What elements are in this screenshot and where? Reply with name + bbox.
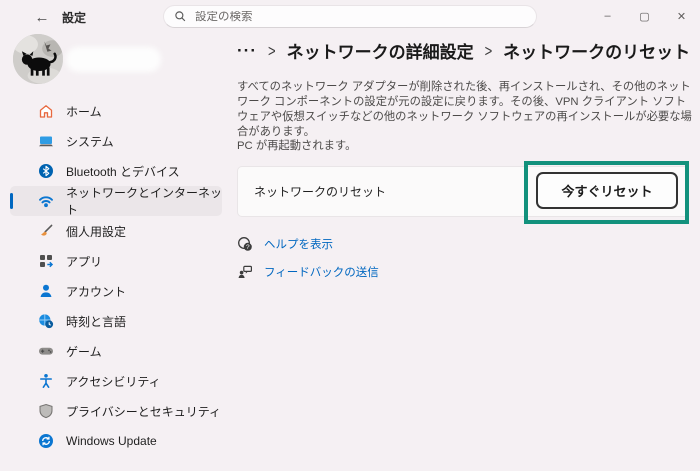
sidebar-item-label: 個人用設定 (66, 224, 127, 239)
breadcrumb-item-advanced-network[interactable]: ネットワークの詳細設定 (287, 38, 474, 63)
sidebar-item-time-language[interactable]: 時刻と言語 (10, 306, 222, 336)
sidebar-item-accessibility[interactable]: アクセシビリティ (10, 366, 222, 396)
sidebar-item-home[interactable]: ホーム (10, 96, 222, 126)
sidebar-nav: ホーム システム Bluetooth とデバイス ネットワークとインターネット … (0, 96, 232, 456)
sidebar-item-label: アプリ (66, 254, 103, 269)
bluetooth-icon (39, 164, 53, 178)
sidebar-item-label: Bluetooth とデバイス (66, 164, 180, 179)
chevron-right-icon: > (267, 40, 276, 61)
avatar[interactable] (13, 34, 63, 84)
paintbrush-icon (41, 224, 53, 236)
sidebar-item-label: アクセシビリティ (66, 374, 161, 389)
help-link[interactable]: ? ヘルプを表示 (237, 232, 333, 256)
minimize-button[interactable]: – (589, 0, 626, 32)
feedback-icon (238, 265, 253, 278)
page-description: すべてのネットワーク アダプターが削除された後、再インストールされ、その他のネッ… (237, 81, 692, 138)
shield-icon (39, 403, 53, 419)
restart-note: PC が再起動されます。 (237, 140, 357, 152)
close-button[interactable]: ✕ (663, 0, 700, 32)
globe-clock-icon (39, 314, 54, 329)
system-icon (39, 136, 53, 147)
help-icon: ? (238, 237, 252, 251)
maximize-button[interactable]: ▢ (626, 0, 663, 32)
help-link-label: ヘルプを表示 (264, 239, 333, 251)
app-title: 設定 (62, 11, 87, 25)
sidebar-item-label: アカウント (66, 284, 127, 299)
cat-avatar-image (13, 34, 63, 84)
sidebar-item-network[interactable]: ネットワークとインターネット (10, 186, 223, 217)
breadcrumb: ··· > ネットワークの詳細設定 > ネットワークのリセット (237, 38, 690, 63)
sidebar-item-apps[interactable]: アプリ (10, 246, 222, 276)
feedback-link-label: フィードバックの送信 (264, 267, 379, 279)
sidebar-item-personalization[interactable]: 個人用設定 (10, 216, 222, 246)
person-icon (40, 284, 52, 297)
maximize-icon: ▢ (639, 10, 650, 23)
breadcrumb-overflow-button[interactable]: ··· (237, 41, 257, 61)
search-box[interactable] (163, 5, 537, 28)
sidebar-item-label: ゲーム (66, 344, 102, 359)
back-button[interactable]: ← (30, 5, 54, 29)
search-icon (175, 11, 186, 22)
breadcrumb-item-network-reset: ネットワークのリセット (503, 43, 691, 62)
gamepad-icon (39, 347, 53, 355)
accessibility-person-icon (40, 374, 52, 388)
feedback-link[interactable]: フィードバックの送信 (237, 260, 379, 284)
sidebar-item-label: ホーム (66, 104, 102, 119)
sidebar-item-label: システム (66, 134, 114, 149)
chevron-right-icon: > (484, 40, 493, 61)
user-name-redacted (66, 47, 161, 72)
home-icon (39, 105, 53, 118)
sidebar-item-system[interactable]: システム (10, 126, 222, 156)
close-icon: ✕ (676, 10, 687, 23)
titlebar: ← 設定 – ▢ ✕ (0, 0, 700, 34)
minimize-icon: – (604, 10, 611, 22)
reset-now-button[interactable]: 今すぐリセット (536, 172, 678, 209)
reset-card-label: ネットワークのリセット (254, 185, 387, 199)
sidebar-item-windows-update[interactable]: Windows Update (10, 426, 222, 456)
sync-icon (39, 434, 53, 448)
wifi-icon (39, 196, 53, 208)
sidebar-item-label: Windows Update (66, 434, 157, 448)
sidebar-item-label: プライバシーとセキュリティ (66, 404, 222, 419)
sidebar-item-gaming[interactable]: ゲーム (10, 336, 222, 366)
sidebar-item-privacy[interactable]: プライバシーとセキュリティ (10, 396, 222, 426)
search-input[interactable] (195, 10, 526, 23)
settings-window: ← 設定 – ▢ ✕ (0, 0, 700, 471)
sidebar-item-label: 時刻と言語 (66, 314, 127, 329)
window-controls: – ▢ ✕ (589, 0, 700, 32)
sidebar-item-accounts[interactable]: アカウント (10, 276, 222, 306)
svg-text:?: ? (246, 244, 250, 251)
back-arrow-icon: ← (34, 8, 50, 26)
apps-icon (40, 255, 54, 268)
sidebar-item-label: ネットワークとインターネット (66, 186, 223, 217)
sidebar-item-bluetooth[interactable]: Bluetooth とデバイス (10, 156, 222, 186)
